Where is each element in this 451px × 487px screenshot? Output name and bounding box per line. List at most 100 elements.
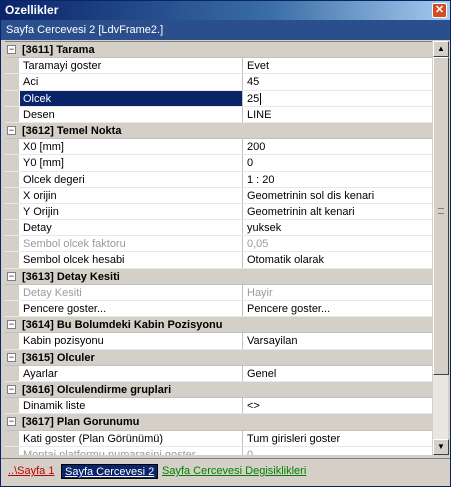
collapse-icon[interactable]: − bbox=[7, 271, 16, 281]
category-header[interactable]: − [3617] Plan Gorunumu bbox=[5, 414, 432, 431]
value-text: Pencere goster... bbox=[247, 303, 331, 315]
property-value: 0,05 bbox=[244, 236, 432, 251]
category-header[interactable]: − [3616] Olculendirme gruplari bbox=[5, 381, 432, 399]
property-value[interactable]: Pencere goster... bbox=[244, 301, 432, 316]
property-value: Hayir bbox=[244, 285, 432, 300]
property-name[interactable]: Y0 [mm] bbox=[20, 155, 243, 171]
property-value[interactable]: 0 bbox=[244, 155, 432, 170]
collapse-icon[interactable]: − bbox=[7, 417, 16, 427]
property-name[interactable]: Dinamik liste bbox=[20, 398, 243, 414]
property-name[interactable]: Detay bbox=[20, 220, 243, 236]
property-row[interactable]: Sembol olcek hesabi Otomatik olarak bbox=[5, 252, 432, 269]
value-text: 0,05 bbox=[247, 238, 269, 251]
property-row[interactable]: Kati goster (Plan Görünümü) Tum girisleri… bbox=[5, 430, 432, 447]
property-value[interactable]: Evet bbox=[244, 58, 432, 73]
row-gutter bbox=[5, 155, 19, 171]
category-header[interactable]: − [3615] Olculer bbox=[5, 349, 432, 366]
property-row[interactable]: Pencere goster... Pencere goster... bbox=[5, 301, 432, 318]
property-value[interactable]: yuksek bbox=[244, 220, 432, 235]
title-bar[interactable]: Ozellikler ✕ bbox=[1, 1, 450, 20]
property-value[interactable]: Genel bbox=[244, 366, 432, 381]
property-row[interactable]: Aci 45 bbox=[5, 74, 432, 91]
collapse-icon[interactable]: − bbox=[7, 125, 16, 135]
value-text: Geometrinin alt kenari bbox=[247, 205, 355, 218]
property-value[interactable]: 1 : 20 bbox=[244, 172, 432, 187]
category-header[interactable]: − [3612] Temel Nokta bbox=[5, 122, 432, 140]
scroll-thumb[interactable] bbox=[433, 57, 449, 375]
value-text: 0 bbox=[247, 448, 254, 455]
tab-sayfa-cercevesi-degisiklikleri[interactable]: Sayfa Cercevesi Degisiklikleri bbox=[159, 464, 309, 479]
row-gutter bbox=[5, 220, 19, 236]
property-row[interactable]: Olcek degeri 1 : 20 bbox=[5, 171, 432, 188]
property-row[interactable]: Olcek 25 bbox=[5, 90, 432, 107]
property-value[interactable]: 200 bbox=[244, 139, 432, 154]
property-row[interactable]: X orijin Geometrinin sol dis kenari bbox=[5, 187, 432, 204]
value-text: Otomatik olarak bbox=[247, 254, 325, 267]
property-value-editor[interactable]: 25 bbox=[244, 91, 432, 106]
property-row[interactable]: Taramayi goster Evet bbox=[5, 58, 432, 75]
property-name: Sembol olcek faktoru bbox=[20, 236, 243, 252]
property-value[interactable]: Tum girisleri goster bbox=[244, 431, 432, 446]
property-name[interactable]: Taramayi goster bbox=[20, 58, 243, 74]
value-text: Varsayilan bbox=[247, 335, 298, 348]
category-title: [3617] Plan Gorunumu bbox=[22, 416, 140, 429]
property-name[interactable]: Ayarlar bbox=[20, 365, 243, 381]
value-text: 1 : 20 bbox=[247, 173, 275, 186]
category-title: [3616] Olculendirme gruplari bbox=[22, 383, 172, 396]
collapse-icon[interactable]: − bbox=[7, 320, 16, 330]
tab-sayfa-cercevesi-2[interactable]: Sayfa Cercevesi 2 bbox=[61, 464, 159, 479]
row-gutter bbox=[5, 430, 19, 446]
category-header[interactable]: − [3614] Bu Bolumdeki Kabin Pozisyonu bbox=[5, 317, 432, 334]
property-name[interactable]: Pencere goster... bbox=[20, 301, 243, 317]
collapse-icon[interactable]: − bbox=[7, 45, 16, 54]
property-value[interactable]: Otomatik olarak bbox=[244, 252, 432, 267]
property-name: Detay Kesiti bbox=[20, 284, 243, 300]
category-header[interactable]: − [3611] Tarama bbox=[5, 42, 432, 59]
property-name[interactable]: Desen bbox=[20, 106, 243, 122]
scroll-up-icon[interactable]: ▲ bbox=[433, 41, 449, 57]
property-name[interactable]: Olcek degeri bbox=[20, 171, 243, 187]
property-row[interactable]: Y0 [mm] 0 bbox=[5, 155, 432, 172]
property-name[interactable]: Olcek bbox=[20, 90, 243, 106]
property-value[interactable]: Geometrinin alt kenari bbox=[244, 204, 432, 219]
property-name[interactable]: Sembol olcek hesabi bbox=[20, 252, 243, 268]
row-gutter bbox=[5, 106, 19, 122]
property-row[interactable]: Dinamik liste <> bbox=[5, 398, 432, 415]
property-value[interactable]: LINE bbox=[244, 107, 432, 122]
row-gutter bbox=[5, 74, 19, 90]
collapse-icon[interactable]: − bbox=[7, 384, 16, 394]
property-row[interactable]: Detay yuksek bbox=[5, 220, 432, 237]
object-selector[interactable]: Sayfa Cercevesi 2 [LdvFrame2.] bbox=[1, 20, 450, 40]
tab-sayfa-1[interactable]: ..\Sayfa 1 bbox=[5, 464, 57, 479]
property-row[interactable]: Detay Kesiti Hayir bbox=[5, 284, 432, 301]
collapse-icon[interactable]: − bbox=[7, 352, 16, 362]
property-row[interactable]: Sembol olcek faktoru 0,05 bbox=[5, 236, 432, 253]
property-name[interactable]: Aci bbox=[20, 74, 243, 90]
text-caret bbox=[260, 92, 262, 105]
property-row[interactable]: Y Orijin Geometrinin alt kenari bbox=[5, 203, 432, 221]
property-value[interactable]: Varsayilan bbox=[244, 333, 432, 348]
vertical-scrollbar[interactable]: ▲ ▼ bbox=[432, 41, 449, 455]
property-row[interactable]: Kabin pozisyonu Varsayilan bbox=[5, 333, 432, 350]
property-row[interactable]: X0 [mm] 200 bbox=[5, 139, 432, 156]
property-name[interactable]: Kati goster (Plan Görünümü) bbox=[20, 430, 243, 446]
category-header[interactable]: − [3613] Detay Kesiti bbox=[5, 268, 432, 285]
value-text: 0 bbox=[247, 157, 254, 170]
scroll-down-icon[interactable]: ▼ bbox=[433, 439, 449, 455]
row-gutter bbox=[5, 398, 19, 414]
property-value[interactable]: 45 bbox=[244, 74, 432, 89]
property-row[interactable]: Desen LINE bbox=[5, 106, 432, 123]
property-name[interactable]: Kabin pozisyonu bbox=[20, 333, 243, 349]
value-text: Evet bbox=[247, 60, 270, 73]
row-gutter bbox=[5, 171, 19, 187]
property-row[interactable]: Montaj platformu numarasini goster 0 bbox=[5, 446, 432, 455]
close-icon[interactable]: ✕ bbox=[432, 3, 447, 18]
property-name[interactable]: X0 [mm] bbox=[20, 139, 243, 155]
property-value[interactable]: <> bbox=[244, 398, 432, 413]
property-name[interactable]: Y Orijin bbox=[20, 203, 243, 220]
property-row[interactable]: Ayarlar Genel bbox=[5, 365, 432, 382]
row-gutter bbox=[5, 90, 19, 106]
row-gutter bbox=[5, 446, 19, 455]
property-value[interactable]: Geometrinin sol dis kenari bbox=[244, 188, 432, 203]
property-name[interactable]: X orijin bbox=[20, 187, 243, 203]
